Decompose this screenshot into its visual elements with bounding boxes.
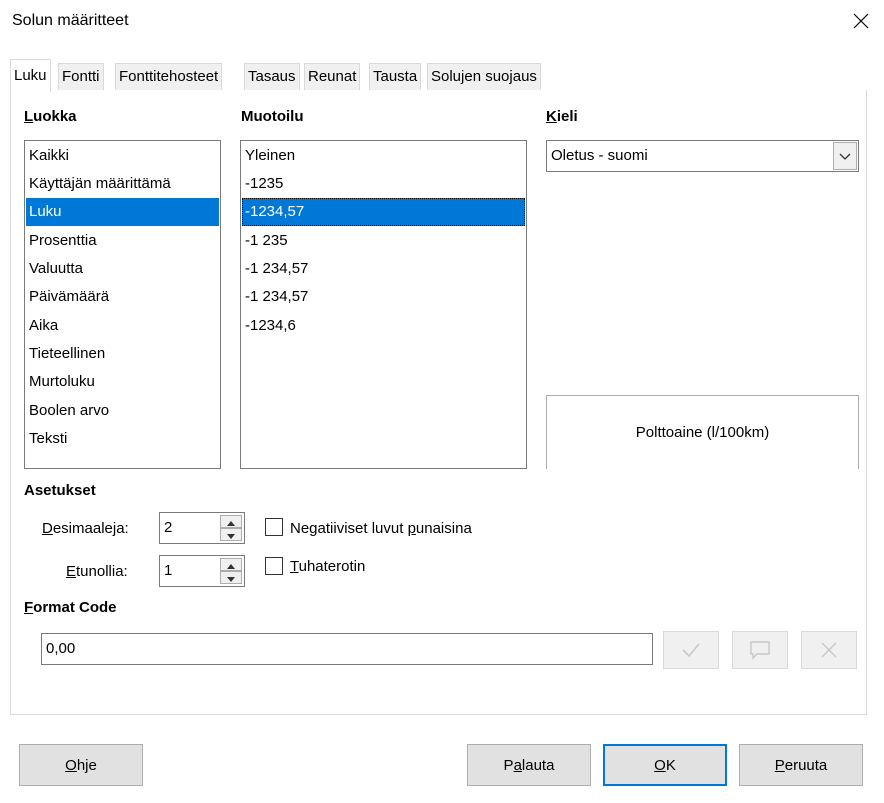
format-item[interactable]: -1235: [242, 170, 525, 198]
language-value: Oletus - suomi: [551, 147, 648, 164]
category-item-tieteellinen[interactable]: Tieteellinen: [26, 340, 219, 368]
category-header: Luokka: [24, 108, 77, 125]
cancel-button[interactable]: Peruuta: [739, 744, 863, 786]
format-preview: Polttoaine (l/100km): [546, 395, 859, 469]
language-select[interactable]: Oletus - suomi: [546, 140, 859, 172]
tab-tausta[interactable]: Tausta: [369, 63, 422, 91]
tab-luku[interactable]: Luku: [10, 59, 51, 92]
help-button[interactable]: Ohje: [19, 744, 143, 786]
format-item[interactable]: -1234,6: [242, 312, 525, 340]
ok-button[interactable]: OK: [603, 744, 727, 786]
category-item-teksti[interactable]: Teksti: [26, 425, 219, 453]
format-item[interactable]: -1 234,57: [242, 283, 525, 311]
decimals-value: 2: [164, 519, 173, 536]
tab-reunat[interactable]: Reunat: [304, 63, 361, 91]
format-item-selected[interactable]: -1234,57: [242, 198, 525, 226]
category-item-kaikki[interactable]: Kaikki: [26, 142, 219, 170]
category-item-luku[interactable]: Luku: [26, 198, 219, 226]
format-code-header: Format Code: [24, 599, 117, 616]
leading-zeros-value: 1: [164, 562, 173, 579]
format-item[interactable]: -1 235: [242, 227, 525, 255]
category-item-boolen-arvo[interactable]: Boolen arvo: [26, 397, 219, 425]
category-item-valuutta[interactable]: Valuutta: [26, 255, 219, 283]
tab-fonttitehosteet[interactable]: Fonttitehosteet: [115, 63, 223, 91]
leading-zeros-label: Etunollia:: [66, 563, 128, 580]
chevron-down-icon[interactable]: [833, 142, 857, 170]
language-header: Kieli: [546, 108, 578, 125]
format-code-input[interactable]: 0,00: [41, 633, 653, 665]
spin-up-icon[interactable]: [220, 515, 242, 528]
close-icon[interactable]: [846, 6, 876, 36]
delete-icon[interactable]: [801, 631, 857, 669]
category-item-paivamaara[interactable]: Päivämäärä: [26, 283, 219, 311]
format-header: Muotoilu: [241, 108, 304, 125]
decimals-spinbox[interactable]: 2: [159, 512, 245, 544]
negative-red-checkbox[interactable]: [265, 518, 283, 536]
preview-text: Polttoaine (l/100km): [635, 424, 770, 441]
category-list[interactable]: Kaikki Käyttäjän määrittämä Luku Prosent…: [24, 140, 221, 469]
check-icon[interactable]: [663, 631, 719, 669]
options-header: Asetukset: [24, 482, 96, 499]
spin-up-icon[interactable]: [220, 558, 242, 571]
format-list[interactable]: Yleinen -1235 -1234,57 -1 235 -1 234,57 …: [240, 140, 527, 469]
tab-solujen-suojaus[interactable]: Solujen suojaus: [427, 63, 541, 91]
thousands-separator-checkbox[interactable]: [265, 557, 283, 575]
category-item-aika[interactable]: Aika: [26, 312, 219, 340]
format-item[interactable]: -1 234,57: [242, 255, 525, 283]
decimals-spin-buttons: [220, 515, 242, 541]
leading-spin-buttons: [220, 558, 242, 584]
window-title: Solun määritteet: [12, 12, 129, 29]
negative-red-label: Negatiiviset luvut punaisina: [290, 520, 472, 537]
format-item-yleinen[interactable]: Yleinen: [242, 142, 525, 170]
comment-icon[interactable]: [732, 631, 788, 669]
spin-down-icon[interactable]: [220, 528, 242, 541]
decimals-label: Desimaaleja:: [42, 520, 129, 537]
tab-fontti[interactable]: Fontti: [58, 63, 104, 91]
thousands-separator-label: Tuhaterotin: [290, 558, 366, 575]
title-bar: [0, 0, 884, 44]
spin-down-icon[interactable]: [220, 571, 242, 584]
format-code-value: 0,00: [46, 640, 76, 657]
leading-zeros-spinbox[interactable]: 1: [159, 555, 245, 587]
reset-button[interactable]: Pa lauta: [467, 744, 591, 786]
category-item-kayttajan[interactable]: Käyttäjän määrittämä: [26, 170, 219, 198]
tab-tasaus[interactable]: Tasaus: [244, 63, 300, 91]
category-item-prosenttia[interactable]: Prosenttia: [26, 227, 219, 255]
category-item-murtoluku[interactable]: Murtoluku: [26, 368, 219, 396]
